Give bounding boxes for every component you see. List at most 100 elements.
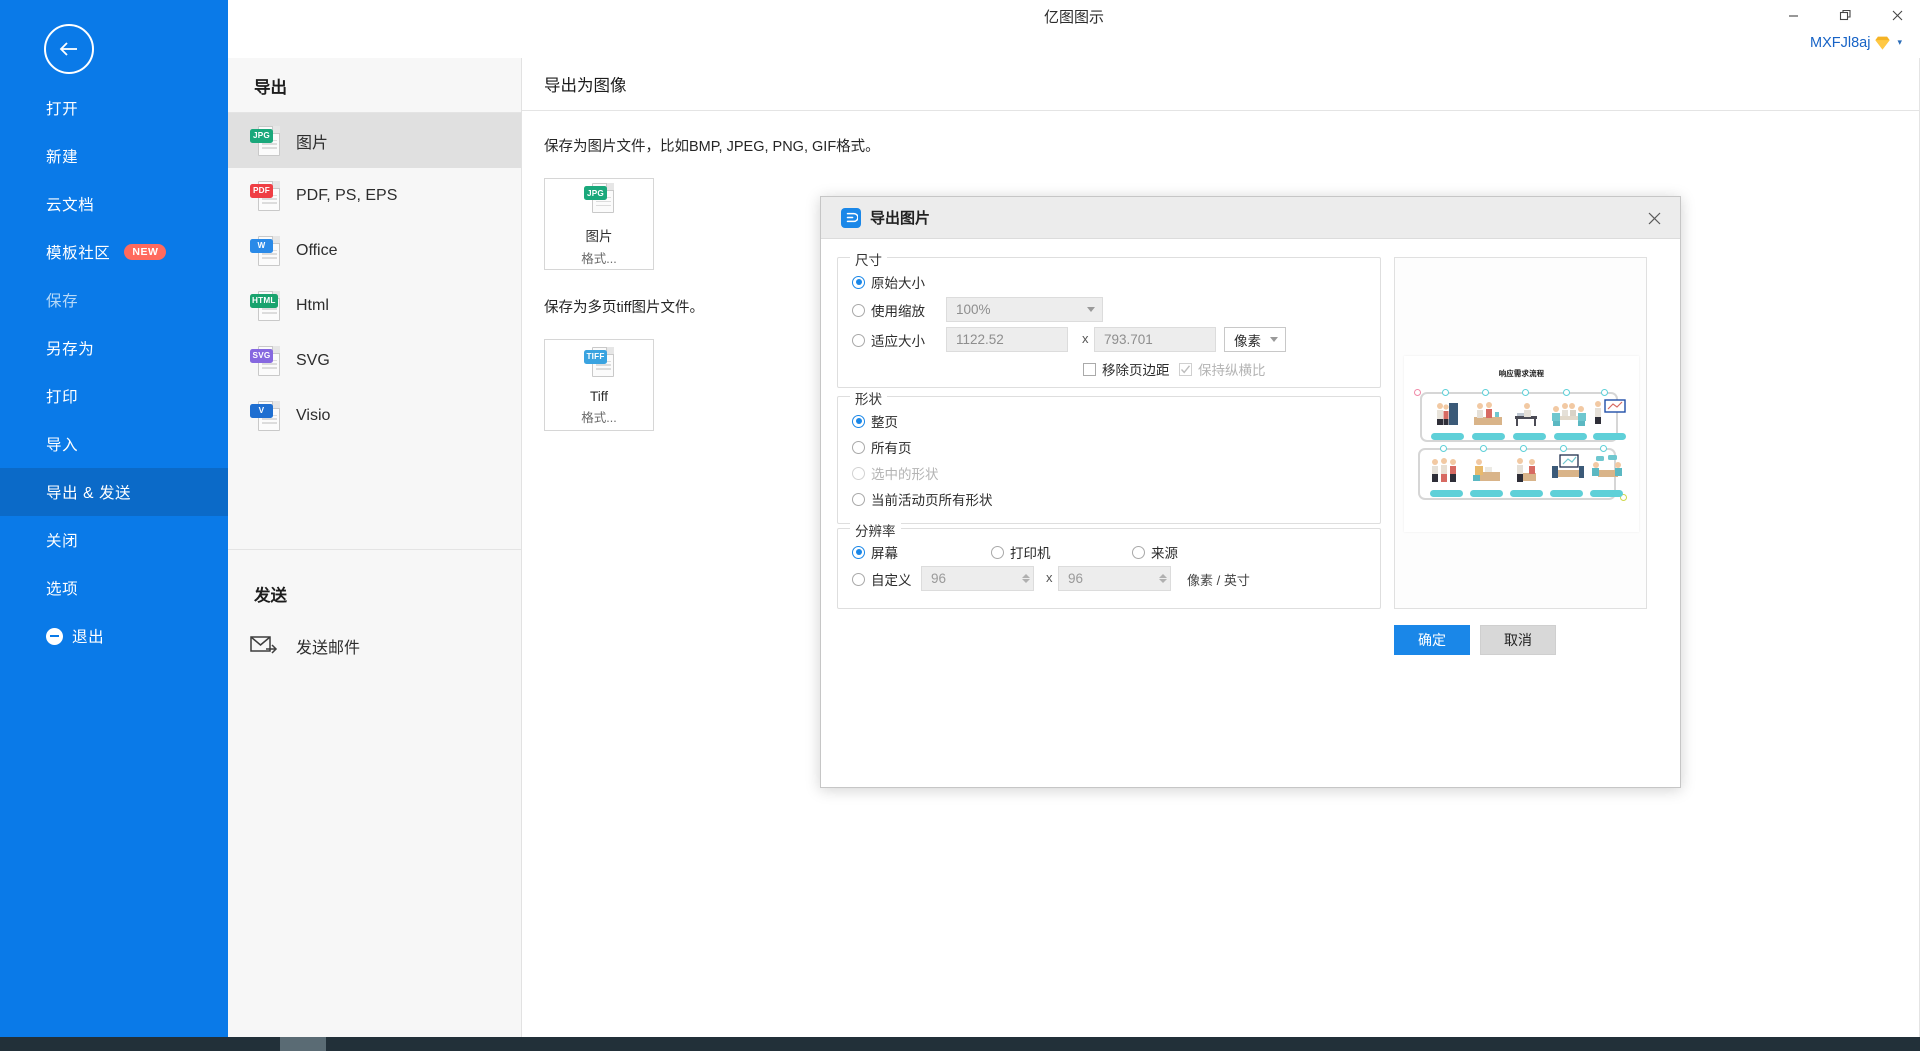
- sidebar-item-label: 云文档: [46, 197, 95, 214]
- format-item-pdf[interactable]: PDF PDF, PS, EPS: [228, 168, 521, 223]
- send-item-email[interactable]: 发送邮件: [228, 620, 521, 672]
- ok-button[interactable]: 确定: [1394, 625, 1470, 655]
- tile-subtitle: 格式...: [581, 252, 617, 266]
- dpi-unit-label: 像素 / 英寸: [1187, 573, 1250, 588]
- stepper-arrows-icon[interactable]: [1159, 574, 1167, 583]
- size-legend: 尺寸: [850, 249, 887, 269]
- unit-select[interactable]: 像素: [1224, 327, 1286, 352]
- custom-dpi-y-stepper[interactable]: 96: [1058, 566, 1171, 591]
- radio-indicator: [852, 440, 865, 454]
- radio-active-page-shapes[interactable]: 当前活动页所有形状: [852, 489, 993, 509]
- sidebar-item-label: 模板社区: [46, 245, 111, 262]
- preview-figure: [1470, 401, 1506, 432]
- preview-node: [1442, 389, 1449, 396]
- sidebar-item-open[interactable]: 打开: [0, 84, 228, 132]
- preview-node: [1600, 445, 1607, 452]
- radio-original-size[interactable]: 原始大小: [852, 272, 925, 292]
- sidebar-item-template-community[interactable]: 模板社区 NEW: [0, 228, 228, 276]
- checkbox-label: 移除页边距: [1102, 363, 1170, 378]
- sidebar-item-label: 退出: [72, 629, 105, 646]
- preview-figure: [1428, 457, 1462, 488]
- minimize-icon[interactable]: [1780, 4, 1806, 26]
- maximize-restore-icon[interactable]: [1832, 4, 1858, 26]
- format-item-svg[interactable]: SVG SVG: [228, 333, 521, 388]
- preview-page: 响应需求流程: [1404, 356, 1639, 532]
- back-arrow-icon[interactable]: [44, 24, 94, 74]
- close-icon[interactable]: [1642, 206, 1666, 230]
- checkbox-remove-margin[interactable]: 移除页边距: [1083, 359, 1170, 379]
- radio-use-scale[interactable]: 使用缩放: [852, 300, 925, 320]
- taskbar: [0, 1037, 1920, 1051]
- preview-figure: [1470, 457, 1504, 488]
- sidebar-item-export-send[interactable]: 导出 & 发送: [0, 468, 228, 516]
- checkbox-indicator: [1083, 362, 1096, 376]
- fit-height-input[interactable]: 793.701: [1094, 327, 1216, 352]
- custom-dpi-x-stepper[interactable]: 96: [921, 566, 1034, 591]
- format-item-office[interactable]: W Office: [228, 223, 521, 278]
- radio-fit-size[interactable]: 适应大小: [852, 330, 925, 350]
- export-format-column: 导出 JPG 图片 PDF PDF, PS, EPS W Office HTML…: [228, 58, 522, 1037]
- tile-subtitle: 格式...: [581, 410, 617, 425]
- radio-all-pages[interactable]: 所有页: [852, 437, 912, 457]
- sidebar-item-options[interactable]: 选项: [0, 564, 228, 612]
- sidebar-item-print[interactable]: 打印: [0, 372, 228, 420]
- export-image-dialog: 导出图片 尺寸 原始大小 使用缩放 100% 适应大小 1122.52 x 79…: [820, 196, 1681, 788]
- checkbox-keep-ratio[interactable]: 保持纵横比: [1179, 359, 1266, 379]
- dimension-separator: x: [1046, 570, 1053, 585]
- cancel-button[interactable]: 取消: [1480, 625, 1556, 655]
- stepper-arrows-icon[interactable]: [1022, 574, 1030, 583]
- preview-figure: [1431, 401, 1465, 432]
- preview-pill: [1513, 433, 1546, 440]
- sidebar-item-import[interactable]: 导入: [0, 420, 228, 468]
- preview-figure: [1592, 398, 1626, 431]
- sidebar-item-label: 导入: [46, 437, 79, 454]
- sidebar-item-label: 打开: [46, 101, 79, 118]
- radio-whole-page[interactable]: 整页: [852, 411, 898, 431]
- sidebar-item-save-as[interactable]: 另存为: [0, 324, 228, 372]
- tiff-tag-label: TIFF: [584, 349, 607, 364]
- sidebar-item-new[interactable]: 新建: [0, 132, 228, 180]
- left-sidebar: 打开 新建 云文档 模板社区 NEW 保存 另存为 打印 导入 导出 & 发送 …: [0, 0, 228, 1037]
- word-tag-label: W: [250, 238, 273, 253]
- checkbox-label: 保持纵横比: [1198, 363, 1266, 378]
- sidebar-item-exit[interactable]: 退出: [0, 612, 228, 660]
- format-label: PDF, PS, EPS: [296, 186, 398, 204]
- preview-pill: [1431, 433, 1464, 440]
- taskbar-active-item[interactable]: [280, 1037, 326, 1051]
- format-item-html[interactable]: HTML Html: [228, 278, 521, 333]
- radio-screen[interactable]: 屏幕: [852, 542, 898, 562]
- preview-pill: [1590, 490, 1623, 497]
- chevron-down-icon[interactable]: ▾: [1897, 37, 1902, 48]
- dialog-header: 导出图片: [821, 197, 1680, 239]
- preview-pill: [1554, 433, 1587, 440]
- visio-file-icon: V: [250, 399, 280, 433]
- sidebar-item-save[interactable]: 保存: [0, 276, 228, 324]
- export-heading: 导出: [254, 79, 287, 97]
- radio-source[interactable]: 来源: [1132, 542, 1178, 562]
- format-item-image[interactable]: JPG 图片: [228, 113, 521, 168]
- fit-width-input[interactable]: 1122.52: [946, 327, 1068, 352]
- radio-indicator: [852, 275, 865, 289]
- tiff-format-tile[interactable]: TIFF Tiff 格式...: [544, 339, 654, 431]
- html-tag-label: HTML: [250, 293, 278, 308]
- format-item-visio[interactable]: V Visio: [228, 388, 521, 443]
- radio-custom[interactable]: 自定义: [852, 569, 912, 589]
- format-label: Visio: [296, 406, 331, 424]
- scale-select[interactable]: 100%: [946, 297, 1103, 322]
- sidebar-item-cloud-docs[interactable]: 云文档: [0, 180, 228, 228]
- preview-figure: [1590, 454, 1626, 487]
- chevron-down-icon: [1270, 337, 1278, 342]
- close-icon[interactable]: [1884, 4, 1910, 26]
- preview-pill: [1430, 490, 1463, 497]
- account-menu[interactable]: MXFJl8aj ▾: [1810, 34, 1902, 51]
- radio-selected-shapes: 选中的形状: [852, 463, 939, 483]
- sidebar-item-label: 打印: [46, 389, 79, 406]
- preview-node: [1440, 445, 1447, 452]
- radio-printer[interactable]: 打印机: [991, 542, 1051, 562]
- image-format-tile[interactable]: JPG 图片 格式...: [544, 178, 654, 270]
- send-item-label: 发送邮件: [296, 640, 361, 657]
- preview-node: [1520, 445, 1527, 452]
- custom-dpi-x-value: 96: [931, 571, 947, 586]
- radio-label: 使用缩放: [871, 304, 925, 319]
- sidebar-item-close[interactable]: 关闭: [0, 516, 228, 564]
